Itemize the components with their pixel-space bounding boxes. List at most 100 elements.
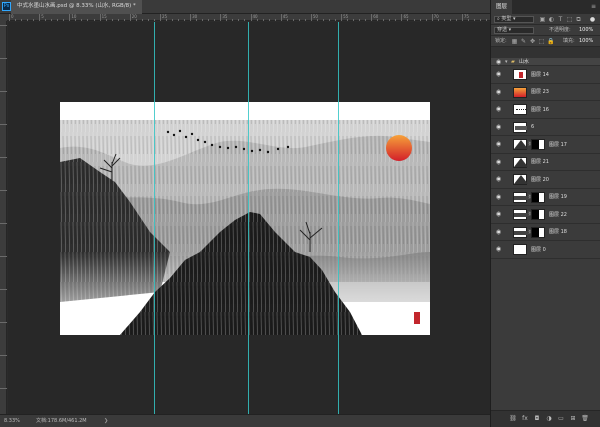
filter-toggle-icon[interactable]: ● (589, 16, 596, 23)
tab-layers[interactable]: 图层 (491, 0, 513, 14)
blend-mode-value: 穿透 (497, 27, 508, 33)
layer-row[interactable]: ◉⛓图层 19 (491, 189, 600, 206)
layer-name: 6 (531, 123, 535, 130)
opacity-label: 不透明度: (549, 27, 571, 33)
visibility-eye-icon[interactable]: ◉ (495, 124, 502, 130)
ruler-minor-tick (123, 19, 125, 21)
panel-menu-icon[interactable]: ≡ (591, 3, 596, 10)
layer-row[interactable]: ◉ 图层 14 (491, 66, 600, 84)
visibility-eye-icon[interactable]: ◉ (495, 194, 502, 200)
layer-row[interactable]: ◉ 图层 16 (491, 101, 600, 119)
ruler-minor-tick (202, 19, 204, 21)
layer-filter-select[interactable]: ⌕ 类型 ▾ (494, 16, 534, 23)
visibility-eye-icon[interactable]: ◉ (495, 211, 502, 217)
ruler-minor-tick (395, 19, 397, 21)
layer-mask-thumbnail[interactable] (531, 191, 545, 203)
ruler-minor-tick (322, 19, 324, 21)
zoom-level[interactable]: 8.33% (4, 415, 20, 427)
ruler-tick (0, 289, 7, 290)
ruler-tick (0, 58, 7, 59)
layer-thumbnail[interactable] (513, 156, 528, 168)
filter-type-icon[interactable]: T (557, 16, 564, 23)
guide-line[interactable] (248, 22, 249, 414)
new-group-icon[interactable]: ▭ (557, 415, 565, 423)
new-layer-icon[interactable]: ⊞ (569, 415, 577, 423)
status-arrow-icon[interactable]: ❯ (104, 415, 108, 427)
adjustment-layer-icon[interactable]: ◑ (545, 415, 553, 423)
layer-thumbnail[interactable] (513, 86, 527, 98)
visibility-eye-icon[interactable]: ◉ (495, 176, 502, 182)
link-layers-icon[interactable]: ⛓ (509, 415, 517, 423)
layer-row[interactable]: ◉ 图层 21 (491, 154, 600, 171)
layer-name: 图层 22 (549, 211, 567, 218)
ruler-tick-label: 5 (41, 14, 44, 19)
visibility-eye-icon[interactable]: ◉ (495, 71, 502, 77)
visibility-eye-icon[interactable]: ◉ (495, 229, 502, 235)
layer-thumbnail[interactable] (513, 69, 527, 80)
guide-line[interactable] (338, 22, 339, 414)
filter-smart-icon[interactable]: ⧉ (575, 16, 582, 23)
chevron-down-icon[interactable]: ▾ (505, 58, 508, 66)
visibility-eye-icon[interactable]: ◉ (495, 89, 502, 95)
lock-artboard-icon[interactable]: ⬚ (538, 38, 545, 45)
layer-mask-thumbnail[interactable] (531, 139, 545, 150)
ruler-minor-tick (383, 19, 385, 21)
layer-row[interactable]: ◉⛓图层 17 (491, 136, 600, 154)
ruler-minor-tick (479, 19, 481, 21)
layer-thumbnail[interactable] (513, 174, 528, 185)
ruler-minor-tick (75, 19, 77, 21)
layer-row[interactable]: ◉ 图层 23 (491, 84, 600, 101)
lock-all-icon[interactable]: 🔒 (547, 38, 554, 45)
layer-style-icon[interactable]: fx (521, 415, 529, 423)
add-mask-icon[interactable]: ◘ (533, 415, 541, 423)
fill-input[interactable]: 100% (579, 38, 593, 45)
ruler-tick (0, 388, 7, 389)
ruler-origin[interactable] (0, 14, 7, 21)
ruler-minor-tick (141, 19, 143, 21)
visibility-eye-icon[interactable]: ◉ (495, 59, 502, 65)
layer-thumbnail[interactable] (513, 104, 527, 115)
layer-row[interactable]: ◉ 图层 0 (491, 241, 600, 259)
canvas-area[interactable] (8, 22, 490, 414)
vertical-ruler[interactable] (0, 21, 7, 414)
layer-thumbnail[interactable] (513, 209, 528, 220)
layer-row[interactable]: ◉ 图层 20 (491, 171, 600, 189)
ruler-tick (0, 256, 7, 257)
filter-shape-icon[interactable]: ⬚ (566, 16, 573, 23)
lock-position-icon[interactable]: ✥ (529, 38, 536, 45)
horizontal-ruler[interactable]: 0 5 10 15 20 25 30 35 40 45 50 55 60 65 70 75 (7, 14, 490, 21)
ruler-minor-tick (147, 19, 149, 21)
visibility-eye-icon[interactable]: ◉ (495, 159, 502, 165)
delete-layer-icon[interactable]: 🗑 (581, 415, 589, 423)
visibility-eye-icon[interactable]: ◉ (495, 106, 502, 112)
lock-row: 锁定: ▦ ✎ ✥ ⬚ 🔒 填充: 100% (491, 36, 600, 47)
layer-group-row[interactable]: ◉ ▾ ▰ 山水 (491, 58, 600, 66)
layer-row[interactable]: ◉⛓图层 18 (491, 224, 600, 241)
blend-mode-select[interactable]: 穿透 ▾ (494, 27, 534, 34)
ink-landscape-painting (60, 102, 430, 335)
filter-adjust-icon[interactable]: ◐ (548, 16, 555, 23)
layer-row[interactable]: ◉⛓图层 22 (491, 206, 600, 224)
visibility-eye-icon[interactable]: ◉ (495, 246, 502, 252)
layer-thumbnail[interactable] (513, 244, 527, 255)
guide-line[interactable] (154, 22, 155, 414)
layer-mask-thumbnail[interactable] (531, 226, 545, 238)
ruler-tick (0, 223, 7, 224)
filter-pixel-icon[interactable]: ▣ (539, 16, 546, 23)
layer-row[interactable]: ◉ 6 (491, 119, 600, 136)
layer-thumbnail[interactable] (513, 191, 528, 203)
panel-footer: ⛓ fx ◘ ◑ ▭ ⊞ 🗑 (491, 410, 600, 427)
layers-panel: 图层 ≡ ⌕ 类型 ▾ ▣ ◐ T ⬚ ⧉ ● 穿透 ▾ 不透明度: 100% … (490, 0, 600, 427)
lock-transparent-icon[interactable]: ▦ (511, 38, 518, 45)
opacity-input[interactable]: 100% (579, 27, 593, 34)
layer-thumbnail[interactable] (513, 121, 527, 133)
layer-mask-thumbnail[interactable] (531, 209, 545, 220)
visibility-eye-icon[interactable]: ◉ (495, 141, 502, 147)
lock-pixels-icon[interactable]: ✎ (520, 38, 527, 45)
document-tab[interactable]: 中式水墨山水画.psd @ 8.33% (山水, RGB/8) * (11, 0, 142, 14)
ruler-minor-tick (353, 19, 355, 21)
lock-label: 锁定: (495, 38, 507, 44)
artwork-canvas[interactable] (60, 102, 430, 335)
layer-thumbnail[interactable] (513, 139, 528, 150)
layer-thumbnail[interactable] (513, 226, 528, 238)
